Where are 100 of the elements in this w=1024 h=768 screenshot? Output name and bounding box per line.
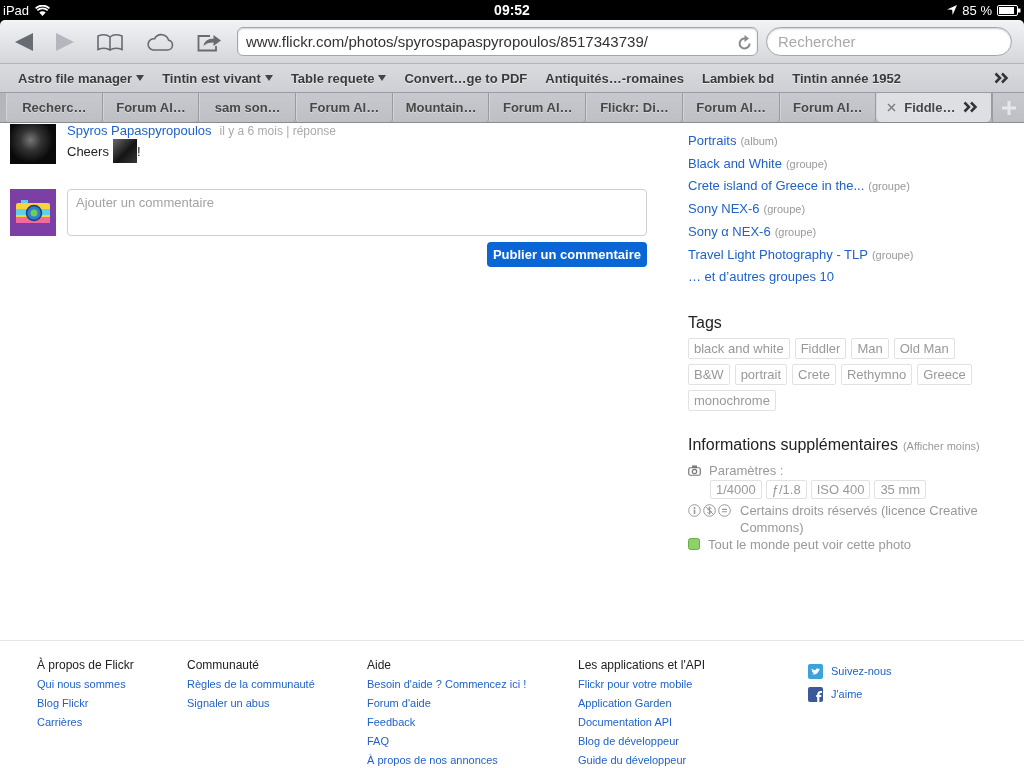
- footer-heading: Communauté: [187, 658, 260, 672]
- bookmark-item[interactable]: Tintin année 1952: [792, 70, 902, 86]
- exif-value: 35 mm: [874, 479, 927, 499]
- collection-link[interactable]: Portraits: [688, 130, 737, 153]
- footer-link[interactable]: Qui nous sommes: [37, 678, 126, 691]
- collection-link[interactable]: Travel Light Photography - TLP: [688, 243, 868, 267]
- cloud-icon: [146, 32, 174, 51]
- browser-tab[interactable]: Forum Al…: [489, 93, 587, 122]
- footer-heading: Les applications et l'API: [578, 658, 706, 672]
- social-link[interactable]: Suivez-nous: [831, 665, 892, 678]
- browser-tab[interactable]: Mountain…: [392, 93, 490, 122]
- visibility-text: Tout le monde peut voir cette photo: [708, 535, 912, 553]
- browser-tab[interactable]: Forum Al…: [296, 93, 393, 122]
- footer-link[interactable]: Application Garden: [578, 697, 672, 710]
- comment-field[interactable]: Ajouter un commentaire: [67, 189, 647, 236]
- double-chevron-icon: [963, 101, 978, 113]
- collection-type: (groupe): [868, 179, 910, 195]
- double-chevron-icon: [994, 72, 1009, 84]
- bookmarks-button[interactable]: [97, 32, 123, 51]
- collection-type: (groupe): [774, 224, 817, 240]
- back-button[interactable]: [15, 32, 33, 51]
- address-field[interactable]: www.flickr.com/photos/spyrospapaspyropoulos/8517343739/: [237, 27, 758, 56]
- footer-link[interactable]: Règles de la communauté: [187, 678, 315, 691]
- bookmark-item[interactable]: Antiquités…-romaines: [545, 70, 684, 86]
- exif-value: ƒ/1.8: [765, 479, 807, 499]
- f-logo-icon[interactable]: [808, 687, 823, 702]
- bookmark-item[interactable]: Lambiek bd: [701, 70, 775, 86]
- browser-tab[interactable]: Fiddle…: [876, 93, 993, 122]
- comment-text: Cheers: [67, 143, 109, 159]
- camera-avatar-icon: [10, 189, 56, 236]
- exif-value: ISO 400: [810, 479, 871, 499]
- search-field[interactable]: Rechercher: [766, 27, 1012, 56]
- equals-circle-icon: [718, 503, 731, 517]
- more-bookmarks-button[interactable]: [994, 72, 1009, 84]
- footer-heading: À propos de Flickr: [37, 658, 134, 672]
- battery-percent: 85 %: [962, 2, 992, 18]
- reload-icon[interactable]: [738, 33, 752, 50]
- device-name: iPad: [3, 2, 30, 18]
- collection-type: (groupe): [785, 156, 828, 172]
- comment-meta: il y a 6 mois | réponse: [219, 124, 337, 138]
- collection-link[interactable]: Sony NEX-6: [688, 198, 760, 221]
- post-comment-button[interactable]: Publier un commentaire: [486, 242, 647, 267]
- browser-tab[interactable]: Recherc…: [6, 93, 103, 122]
- footer-link[interactable]: Blog de développeur: [578, 735, 679, 748]
- open-book-icon: [97, 32, 123, 51]
- wifi-icon: [35, 4, 51, 16]
- collection-type: (groupe): [763, 202, 806, 218]
- browser-tab[interactable]: Forum Al…: [779, 93, 877, 122]
- footer-heading: Aide: [367, 658, 392, 672]
- browser-tab[interactable]: sam son…: [199, 93, 297, 122]
- settings-label: Paramètres :: [709, 462, 784, 479]
- cloud-button[interactable]: [146, 32, 174, 51]
- collection-type: (groupe): [871, 247, 914, 263]
- plus-icon: [1000, 99, 1017, 116]
- footer-link[interactable]: Feedback: [367, 716, 416, 729]
- back-arrow-icon: [15, 32, 33, 51]
- avatar-photo: [10, 124, 56, 164]
- browser-tab[interactable]: Forum Al…: [102, 93, 200, 122]
- footer-link[interactable]: À propos de nos annonces: [367, 754, 498, 767]
- exif-value: 1/4000: [710, 479, 762, 499]
- bookmark-item[interactable]: Table requete: [290, 70, 387, 86]
- footer-link[interactable]: Blog Flickr: [37, 697, 89, 710]
- footer-link[interactable]: Carrières: [37, 716, 83, 729]
- collection-link[interactable]: … et d’autres groupes 10: [688, 266, 834, 289]
- browser-tab[interactable]: Forum Al…: [682, 93, 780, 122]
- status-square-icon: [688, 538, 700, 551]
- social-link[interactable]: J'aime: [831, 688, 863, 701]
- footer-link[interactable]: Guide du développeur: [578, 754, 687, 767]
- close-icon[interactable]: [887, 103, 897, 112]
- footer-link[interactable]: Documentation API: [578, 716, 673, 729]
- location-arrow-icon: [947, 5, 958, 15]
- caret-icon: [378, 75, 387, 81]
- section-heading: Informations supplémentaires: [688, 434, 898, 455]
- bird-logo-icon[interactable]: [808, 664, 823, 679]
- collection-link[interactable]: Black and White: [688, 152, 782, 176]
- inline-photo: [112, 139, 137, 163]
- collection-link[interactable]: Crete island of Greece in the...: [688, 175, 865, 199]
- clock-time: 09:52: [494, 2, 530, 18]
- bookmark-item[interactable]: Convert…ge to PDF: [404, 70, 528, 86]
- footer-link[interactable]: Flickr pour votre mobile: [578, 678, 693, 691]
- collection-link[interactable]: Sony α NEX-6: [688, 220, 771, 244]
- crossed-dollar-icon: [703, 503, 716, 517]
- battery-icon: [997, 4, 1021, 16]
- footer-link[interactable]: Besoin d'aide ? Commencez ici !: [367, 678, 527, 691]
- section-heading: Tags: [688, 312, 722, 333]
- footer-link[interactable]: FAQ: [367, 735, 389, 748]
- more-tabs-button[interactable]: [963, 101, 978, 113]
- collection-type: (album): [740, 134, 778, 149]
- bookmark-item[interactable]: Tintin est vivant: [162, 70, 273, 86]
- info-circle-icon: [688, 503, 701, 517]
- caret-icon: [136, 75, 145, 81]
- bookmark-item[interactable]: Astro file manager: [18, 70, 145, 86]
- author-link[interactable]: Spyros Papaspyropoulos: [67, 124, 212, 138]
- footer-link[interactable]: Signaler un abus: [187, 697, 270, 710]
- browser-tab[interactable]: Flickr: Di…: [586, 93, 683, 122]
- license-text: Certains droits réservés (licence Creative Commons): [740, 501, 979, 536]
- caret-icon: [264, 75, 273, 81]
- camera-icon: [688, 465, 701, 477]
- footer-link[interactable]: Forum d'aide: [367, 697, 431, 710]
- comment-text: !: [136, 143, 141, 159]
